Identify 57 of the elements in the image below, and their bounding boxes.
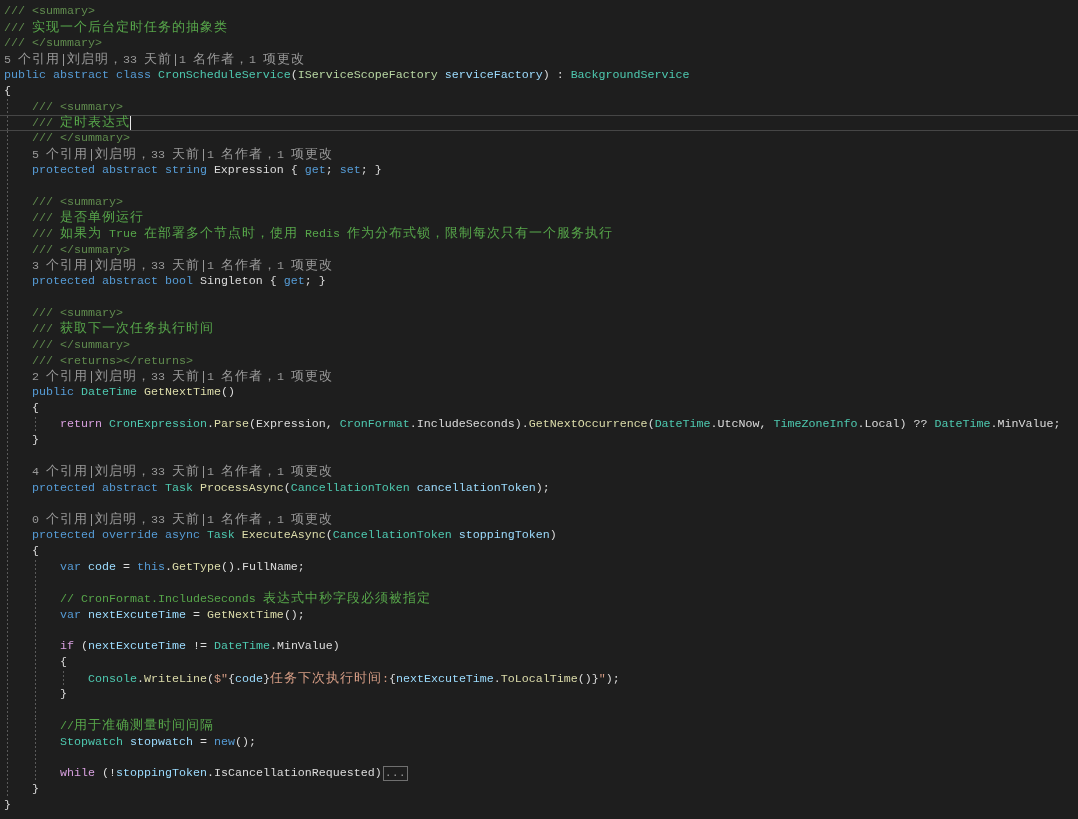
code-lens-link[interactable]: 1 名作者，1 项更改 [207,369,333,386]
code-lens-link[interactable]: 刘启明，33 天前 [67,51,172,68]
code-line: /// </summary> [32,337,130,353]
code-line: { [4,83,11,99]
code-line: Stopwatch stopwatch = new(); [60,734,256,750]
code-line: // CronFormat.IncludeSeconds 表达式中秒字段必须被指定 [60,591,431,608]
code-lens-link[interactable]: 3 个引用 [32,257,88,274]
code-line: /// 定时表达式 [32,115,130,132]
code-line: public abstract class CronScheduleService(IServiceScopeFactory serviceFactory) : BackgroundService [4,67,690,83]
code-line: /// </summary> [4,36,102,52]
code-lens-link[interactable]: 1 名作者，1 项更改 [207,257,333,274]
code-lens-link[interactable]: 1 名作者，1 项更改 [207,511,333,528]
code-lens-link[interactable]: 刘启明，33 天前 [95,464,200,481]
code-line: /// <summary> [32,306,123,321]
code-lens-link[interactable]: 5 个引用 [4,51,60,68]
code-line: /// 是否单例运行 [32,210,144,226]
code-lens-link[interactable]: 1 名作者，1 项更改 [179,51,305,68]
code-line: while (!stoppingToken.IsCancellationRequested) [60,766,382,782]
code-line: } [60,687,67,703]
code-line: /// 获取下一次任务执行时间 [32,321,214,338]
code-line: return CronExpression.Parse(Expression, CronFormat.IncludeSeconds).GetNextOccurrence(DateTime.UtcNow, TimeZoneInfo.Local) ?? DateTime.MinValue; [60,417,1061,433]
code-line: protected override async Task ExecuteAsync(CancellationToken stoppingToken) [32,528,557,544]
code-lens-link[interactable]: 刘启明，33 天前 [95,511,200,528]
code-line: } [32,433,39,449]
code-lens-link[interactable]: 2 个引用 [32,369,88,386]
code-line: public DateTime GetNextTime() [32,385,235,401]
code-line: /// <summary> [32,194,123,210]
code-line: } [32,782,39,798]
code-lens-link[interactable]: 1 名作者，1 项更改 [207,146,333,163]
collapsed-code-button[interactable]: ... [382,766,408,782]
code-line: /// </summary> [32,131,130,147]
code-line: //用于准确测量时间间隔 [60,718,214,735]
code-line: /// <summary> [4,4,95,20]
text-cursor-icon [130,116,131,131]
code-line: /// </summary> [32,242,130,258]
code-line: var nextExcuteTime = GetNextTime(); [60,607,305,623]
code-line: var code = this.GetType().FullName; [60,560,305,576]
code-line: } [4,798,11,814]
code-lens-link[interactable]: 刘启明，33 天前 [95,369,200,386]
code-line: { [32,401,39,417]
code-lens-link[interactable]: 1 名作者，1 项更改 [207,464,333,481]
code-lens-link[interactable]: 4 个引用 [32,464,88,481]
code-line: { [32,544,39,560]
code-line: protected abstract bool Singleton { get; } [32,274,326,290]
code-line: /// <returns></returns> [32,353,193,369]
code-line: if (nextExcuteTime != DateTime.MinValue) [60,639,340,655]
code-lens-link[interactable]: 5 个引用 [32,146,88,163]
code-line: { [60,655,67,671]
code-line: protected abstract Task ProcessAsync(CancellationToken cancellationToken); [32,480,550,496]
code-line: /// 实现一个后台定时任务的抽象类 [4,19,228,36]
code-line: protected abstract string Expression { get; set; } [32,163,382,179]
code-lens-link[interactable]: 刘启明，33 天前 [95,257,200,274]
code-lens-link[interactable]: 0 个引用 [32,511,88,528]
code-line: /// <summary> [32,99,123,115]
code-line: /// 如果为 True 在部署多个节点时，使用 Redis 作为分布式锁，限制每次只有一个服务执行 [32,226,613,243]
code-lens-link[interactable]: 刘启明，33 天前 [95,146,200,163]
code-line: Console.WriteLine($"{code}任务下次执行时间:{nextExcuteTime.ToLocalTime()}"); [88,670,620,687]
